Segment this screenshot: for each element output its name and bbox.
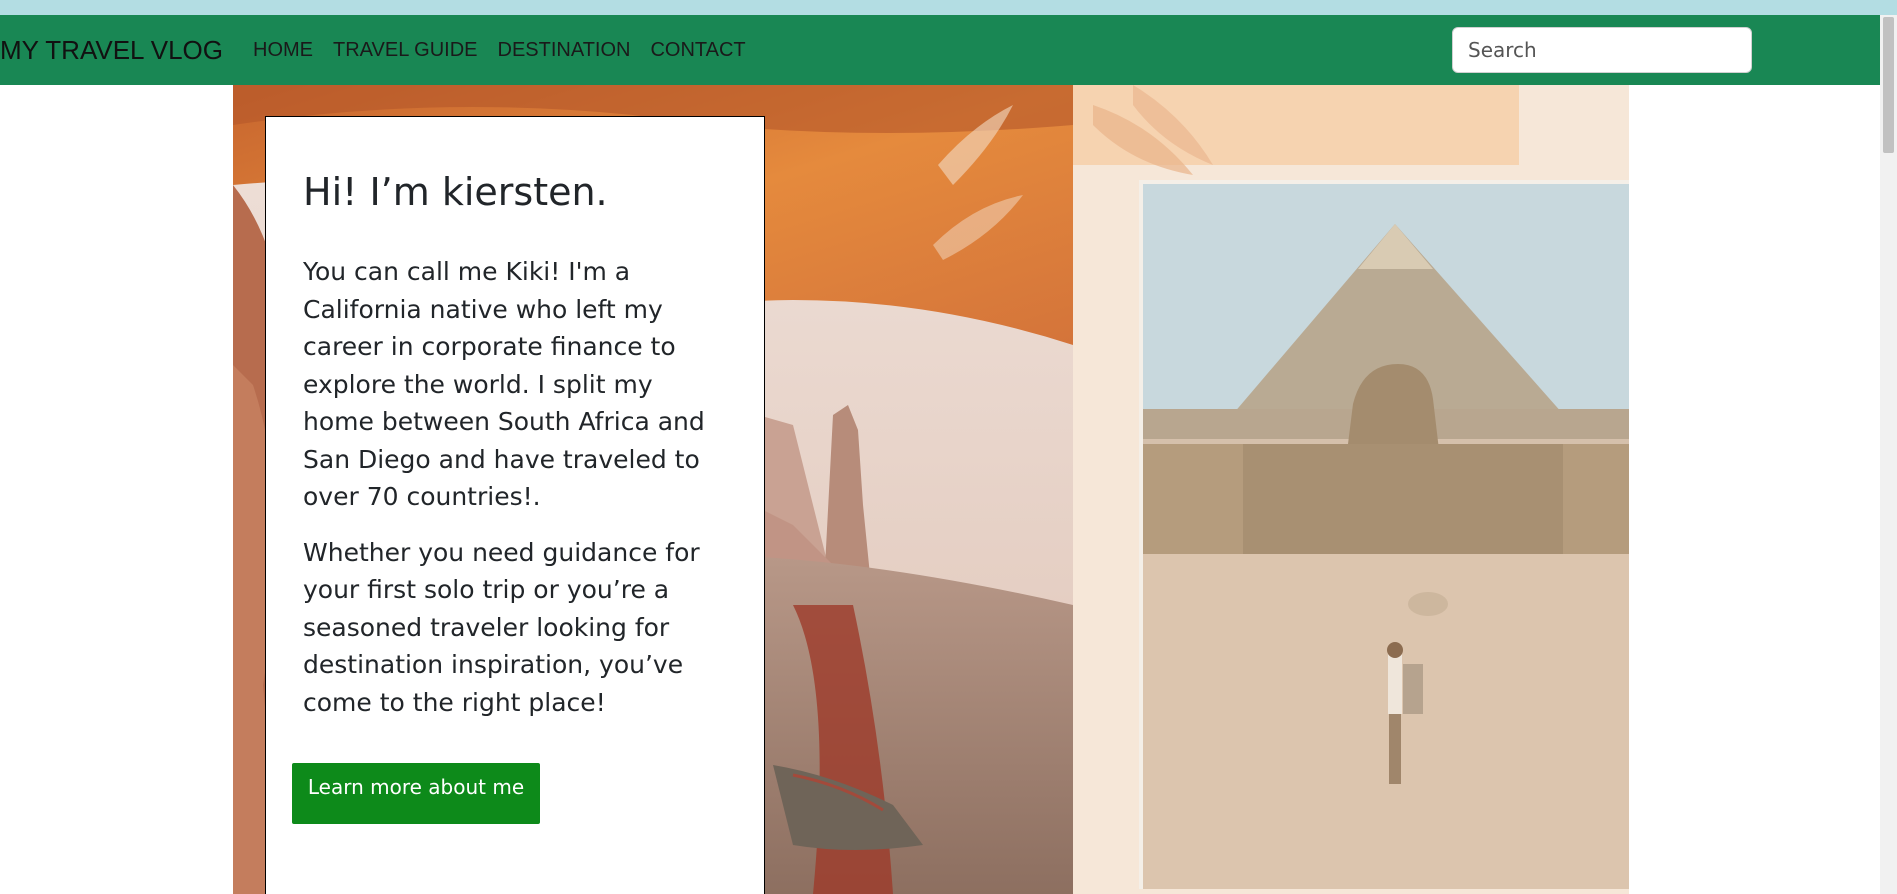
browser-top-strip (0, 0, 1897, 15)
intro-title: Hi! I’m kiersten. (303, 170, 608, 214)
hero-section: Hi! I’m kiersten. You can call me Kiki! … (233, 85, 1629, 894)
intro-paragraph-1: You can call me Kiki! I'm a California n… (303, 257, 705, 511)
scrollbar-thumb[interactable] (1883, 17, 1894, 153)
intro-paragraph-2: Whether you need guidance for your first… (303, 537, 700, 717)
nav-link-home[interactable]: HOME (253, 39, 313, 62)
nav-link-destination[interactable]: DESTINATION (498, 39, 631, 62)
nav-link-travel-guide[interactable]: TRAVEL GUIDE (333, 39, 477, 62)
nav-link-contact[interactable]: CONTACT (650, 39, 745, 62)
pyramid-panel (1073, 85, 1629, 894)
pyramid-photo (1139, 180, 1629, 889)
intro-card: Hi! I’m kiersten. You can call me Kiki! … (265, 116, 765, 894)
page-scrollbar[interactable] (1880, 15, 1897, 894)
learn-more-button[interactable]: Learn more about me (292, 763, 540, 824)
search-input[interactable] (1452, 27, 1752, 73)
main-navbar: MY TRAVEL VLOG HOME TRAVEL GUIDE DESTINA… (0, 15, 1880, 85)
site-brand[interactable]: MY TRAVEL VLOG (0, 35, 223, 66)
